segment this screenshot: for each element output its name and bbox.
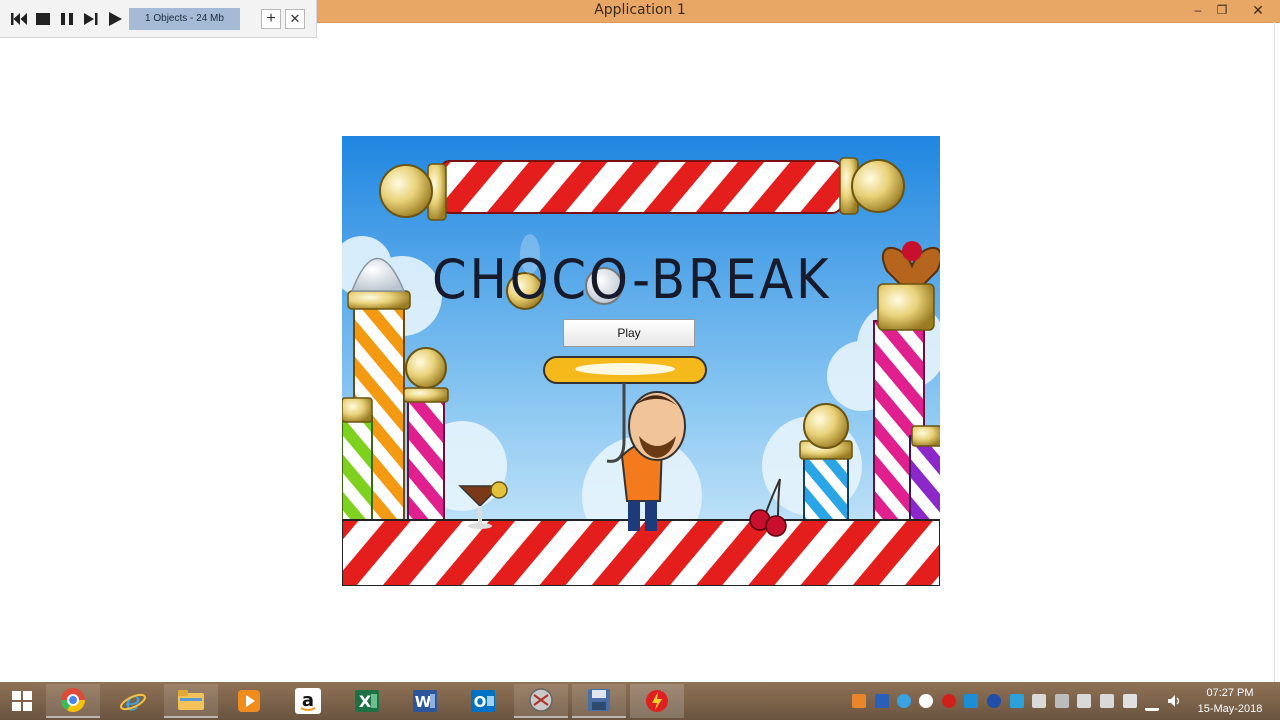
app-icon[interactable] (514, 684, 568, 718)
objects-status: 1 Objects - 24 Mb (129, 8, 240, 30)
windows-start-icon[interactable] (0, 684, 44, 718)
tray-app-icon[interactable] (1010, 694, 1024, 708)
battery-icon[interactable] (1123, 694, 1137, 708)
minimize-button[interactable]: – (1186, 0, 1210, 22)
svg-text:a: a (302, 690, 314, 711)
add-button[interactable]: + (261, 9, 281, 29)
action-center-icon[interactable] (1100, 694, 1114, 708)
amazon-icon[interactable]: a (281, 684, 335, 718)
pause-icon[interactable] (57, 10, 77, 28)
remove-button[interactable]: ✕ (285, 9, 305, 29)
svg-text:O: O (474, 693, 487, 711)
network-icon[interactable] (1145, 694, 1159, 711)
close-button[interactable]: ✕ (1238, 0, 1278, 22)
game-canvas[interactable]: CHOCO-BREAK Play (342, 136, 940, 586)
clock-date[interactable]: 15-May-2018 (1194, 703, 1266, 715)
tray-app-icon[interactable] (875, 694, 889, 708)
chrome-icon[interactable] (46, 684, 100, 718)
player-toolbar: 1 Objects - 24 Mb + ✕ (0, 0, 317, 38)
play-button[interactable]: Play (563, 319, 695, 347)
bluetooth-icon[interactable] (987, 694, 1001, 708)
vertical-scrollbar[interactable] (1274, 22, 1280, 682)
game-title: CHOCO-BREAK (432, 248, 832, 311)
internet-explorer-icon[interactable]: e (106, 684, 160, 718)
game-scene (342, 136, 940, 586)
tray-browser-icon[interactable] (897, 694, 911, 708)
svg-text:X: X (359, 692, 372, 711)
word-icon[interactable]: W (398, 684, 452, 718)
outlook-icon[interactable]: O (456, 684, 510, 718)
tray-cloud-icon[interactable] (919, 694, 933, 708)
tray-app-icon[interactable] (964, 694, 978, 708)
svg-text:W: W (415, 693, 432, 711)
file-explorer-icon[interactable] (164, 684, 218, 718)
media-player-icon[interactable] (222, 684, 276, 718)
stop-icon[interactable] (33, 10, 53, 28)
skip-back-icon[interactable] (9, 10, 29, 28)
flash-app-icon[interactable] (630, 684, 684, 718)
floppy-app-icon[interactable] (572, 684, 626, 718)
tray-app-icon[interactable] (852, 694, 866, 708)
tray-app-icon[interactable] (942, 694, 956, 708)
tray-app-icon[interactable] (1077, 694, 1091, 708)
restore-button[interactable]: ❐ (1210, 0, 1234, 22)
clock-time[interactable]: 07:27 PM (1196, 687, 1264, 699)
step-forward-icon[interactable] (81, 10, 101, 28)
volume-icon[interactable] (1167, 694, 1181, 708)
tray-app-icon[interactable] (1032, 694, 1046, 708)
tray-app-icon[interactable] (1055, 694, 1069, 708)
play-icon[interactable] (105, 10, 125, 28)
excel-icon[interactable]: X (340, 684, 394, 718)
taskbar: e a X W O (0, 682, 1280, 720)
svg-text:e: e (125, 688, 140, 714)
